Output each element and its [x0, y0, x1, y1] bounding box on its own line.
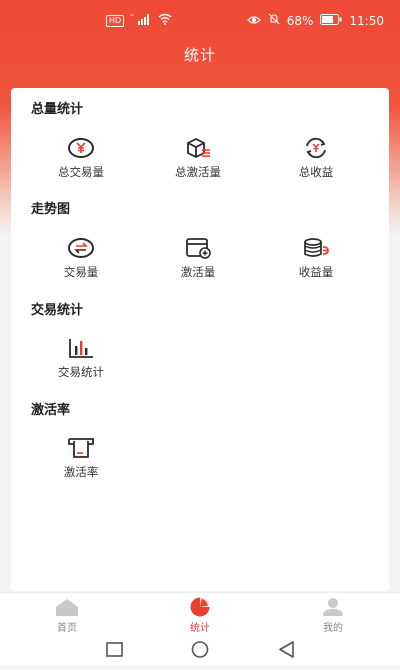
total-income-item[interactable]: 总收益	[271, 136, 361, 180]
total-activation-item[interactable]: 总激活量	[153, 136, 243, 180]
trade-stats-item[interactable]: 交易统计	[36, 336, 126, 380]
total-trade-volume-item[interactable]: 总交易量	[36, 136, 126, 180]
bar-chart-icon	[69, 339, 93, 358]
home-nav-button[interactable]	[191, 641, 209, 658]
page-title: 统计	[183, 46, 216, 64]
activation-rate-item[interactable]: 激活率	[36, 436, 126, 480]
income-trend-item[interactable]: 收益量	[271, 236, 361, 280]
total-income-label: 总收益	[298, 165, 334, 179]
hd-badge: HD	[106, 14, 125, 27]
wifi-icon	[158, 13, 172, 28]
tab-mine-label: 我的	[323, 623, 343, 634]
activation-rate-label: 激活率	[63, 465, 99, 479]
battery-icon	[320, 13, 342, 28]
user-icon	[323, 598, 343, 616]
tab-mine[interactable]: 我的	[293, 597, 373, 634]
eye-icon	[246, 14, 261, 28]
tab-statistics[interactable]: 统计	[160, 597, 240, 634]
pos-machine-icon	[68, 438, 94, 458]
section-title-total: 总量统计	[31, 102, 84, 117]
status-bar: HD ⁴⁶ 68% 11:50	[0, 0, 400, 42]
total-activation-label: 总激活量	[175, 165, 221, 179]
battery-percent: 68%	[286, 13, 314, 28]
tab-home[interactable]: 首页	[27, 597, 107, 634]
card-add-icon	[186, 238, 211, 259]
trade-volume-trend-item[interactable]: 交易量	[36, 236, 126, 280]
income-trend-label: 收益量	[298, 265, 334, 279]
activation-trend-item[interactable]: 激活量	[153, 236, 243, 280]
signal-icon: ⁴⁶	[130, 13, 152, 28]
back-button[interactable]	[279, 641, 294, 658]
tab-statistics-label: 统计	[190, 623, 210, 634]
section-title-trend: 走势图	[31, 202, 71, 217]
stats-card: 总量统计 总交易量 总激活量 总收益 走势图 交易量 激活量 收益量 交易统计 …	[11, 88, 389, 591]
home-icon	[56, 599, 78, 616]
section-title-activation-rate: 激活率	[31, 403, 71, 418]
recent-apps-button[interactable]	[106, 642, 123, 657]
mute-bell-icon	[268, 13, 280, 28]
section-title-trade-stats: 交易统计	[31, 303, 84, 318]
exchange-coin-icon	[68, 238, 94, 258]
bottom-tab-bar: 首页 统计 我的	[0, 592, 400, 635]
box-activation-icon	[187, 137, 210, 159]
trade-stats-label: 交易统计	[58, 365, 104, 379]
tab-home-label: 首页	[57, 623, 77, 634]
pie-chart-icon	[190, 597, 210, 617]
trade-volume-trend-label: 交易量	[63, 265, 99, 279]
refresh-coin-icon	[306, 137, 326, 159]
activation-trend-label: 激活量	[180, 265, 216, 279]
total-trade-volume-label: 总交易量	[58, 165, 104, 179]
yuan-coin-icon	[68, 138, 94, 158]
signal-label: ⁴⁶	[130, 14, 134, 20]
clock: 11:50	[349, 13, 384, 28]
coin-stack-icon	[304, 238, 329, 257]
system-navigation-bar	[0, 634, 400, 666]
